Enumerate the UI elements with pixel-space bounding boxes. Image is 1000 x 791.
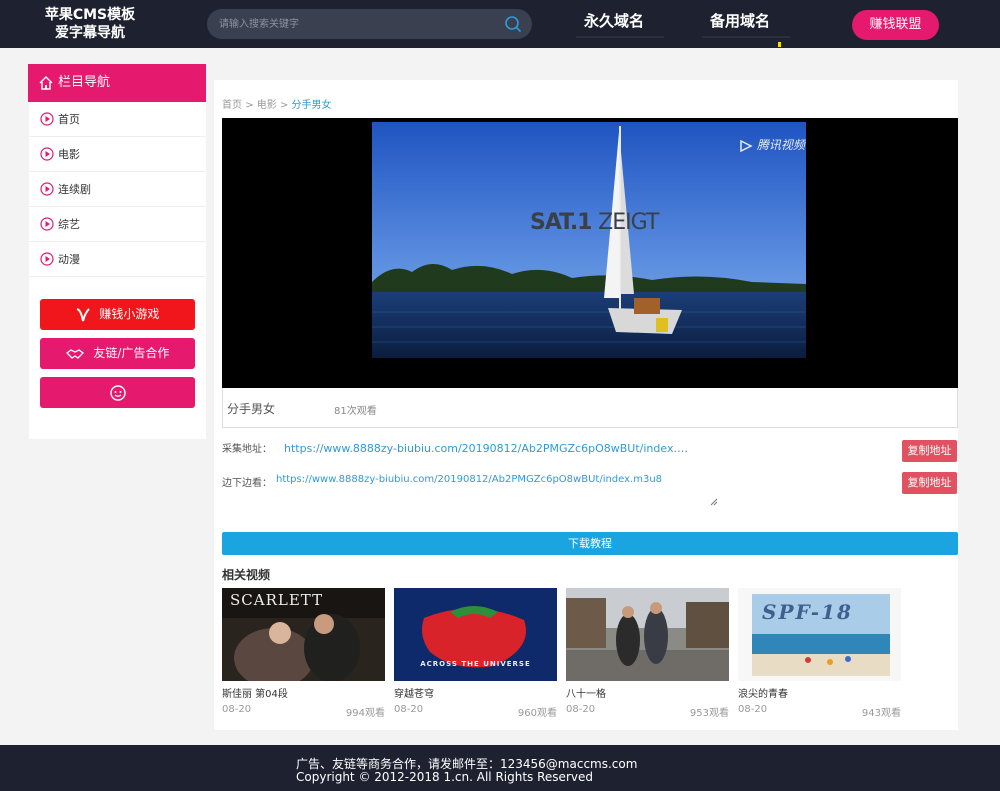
nav-permanent-domain-label: 永久域名 (584, 12, 645, 30)
smiley-icon (109, 384, 126, 401)
video-player[interactable]: SAT.1 ZEIGT 腾讯视频 (222, 118, 958, 388)
related-date: 08-20 (222, 704, 252, 715)
mirror-url[interactable]: https://www.8888zy-biubiu.com/20190812/A… (276, 474, 662, 485)
breadcrumb: 首页 > 电影 > 分手男女 (222, 96, 332, 111)
breadcrumb-separator: > (245, 100, 254, 111)
breadcrumb-separator: > (279, 100, 289, 111)
related-heading: 相关视频 (222, 568, 271, 582)
money-game-button[interactable]: 赚钱小游戏 (40, 299, 195, 330)
sidebar-item-label: 电影 (58, 148, 80, 161)
related-thumbnail[interactable]: SCARLETT (222, 588, 385, 681)
channel-mark: SAT.1 ZEIGT (530, 210, 659, 235)
related-date: 08-20 (566, 704, 596, 715)
sidebar-item-label: 首页 (58, 113, 80, 126)
money-game-label: 赚钱小游戏 (99, 307, 160, 321)
related-title[interactable]: 穿越苍穹 (394, 685, 434, 700)
source-label: 采集地址： (222, 444, 272, 455)
logo-line-2: 爱字幕导航 (55, 25, 125, 41)
thumbnail-title: SCARLETT (230, 591, 324, 609)
active-indicator (778, 42, 781, 47)
play-circle-icon (40, 182, 54, 196)
play-circle-icon (40, 147, 54, 161)
related-views: 943观看 (861, 708, 901, 719)
related-date: 08-20 (738, 704, 768, 715)
play-logo-icon (740, 139, 753, 152)
search-box (207, 9, 532, 39)
related-card[interactable]: SCARLETT 斯佳丽 第04段 08-20 994观看 (222, 588, 385, 719)
sidebar-title: 栏目导航 (58, 75, 111, 90)
related-title[interactable]: 斯佳丽 第04段 (222, 685, 288, 700)
home-icon (39, 76, 53, 90)
related-views: 994观看 (345, 708, 385, 719)
nav-backup-domain-label: 备用域名 (710, 12, 771, 30)
play-circle-icon (40, 252, 54, 266)
site-header: 苹果CMS模板 爱字幕导航 永久域名 备用域名 赚钱联盟 (0, 0, 1000, 48)
watermark-text: 腾讯视频 (756, 138, 805, 152)
channel-mark-light: ZEIGT (598, 210, 659, 235)
related-thumbnail[interactable] (566, 588, 729, 681)
nav-underline (702, 36, 790, 38)
breadcrumb-category[interactable]: 电影 (257, 100, 277, 111)
footer-copyright: Copyright © 2012-2018 1.cn. All Rights R… (296, 770, 593, 784)
related-title[interactable]: 浪尖的青春 (738, 685, 788, 700)
sidebar-list: 首页 电影 连续剧 综艺 动漫 (29, 102, 206, 277)
search-input[interactable] (219, 16, 489, 32)
nav-permanent-domain[interactable]: 永久域名 (576, 10, 664, 38)
video-frame: SAT.1 ZEIGT 腾讯视频 (372, 122, 806, 358)
resize-handle-icon[interactable] (710, 498, 718, 506)
video-watermark: 腾讯视频 (739, 136, 805, 153)
category-sidebar: 栏目导航 首页 电影 连续剧 综艺 动漫 赚钱小游戏 友链/广告合作 (28, 64, 206, 439)
sidebar-item-movie[interactable]: 电影 (29, 137, 206, 172)
nav-backup-domain[interactable]: 备用域名 (702, 10, 790, 38)
video-info-bar: 分手男女 81次观看 (222, 388, 958, 428)
related-title[interactable]: 八十一格 (566, 685, 606, 700)
related-card[interactable]: 八十一格 08-20 953观看 (566, 588, 729, 719)
site-logo[interactable]: 苹果CMS模板 爱字幕导航 (30, 6, 150, 42)
search-icon[interactable] (504, 15, 522, 33)
related-thumbnail[interactable]: SPF-18 (738, 588, 901, 681)
play-circle-icon (40, 217, 54, 231)
video-frame-image (372, 122, 806, 358)
video-title: 分手男女 (227, 402, 276, 416)
breadcrumb-current: 分手男女 (291, 100, 332, 111)
source-url[interactable]: https://www.8888zy-biubiu.com/20190812/A… (284, 442, 694, 455)
thumbnail-title: SPF-18 (762, 600, 853, 624)
earn-alliance-button[interactable]: 赚钱联盟 (852, 10, 939, 40)
breadcrumb-home[interactable]: 首页 (222, 100, 242, 111)
view-count: 81次观看 (334, 406, 377, 417)
thumbnail-image (566, 588, 729, 681)
related-card[interactable]: ACROSS THE UNIVERSE 穿越苍穹 08-20 960观看 (394, 588, 557, 719)
related-date: 08-20 (394, 704, 424, 715)
logo-line-1: 苹果CMS模板 (44, 7, 136, 23)
copy-source-button[interactable]: 复制地址 (902, 440, 957, 462)
main-content: 首页 > 电影 > 分手男女 SAT.1 ZEIGT 腾讯视频 分手男女 81次… (214, 80, 958, 730)
sidebar-item-series[interactable]: 连续剧 (29, 172, 206, 207)
channel-mark-bold: SAT.1 (530, 210, 592, 235)
thumbnail-title: ACROSS THE UNIVERSE (420, 660, 531, 668)
related-views: 960观看 (517, 708, 557, 719)
sidebar-item-label: 综艺 (58, 218, 80, 231)
handshake-icon (65, 348, 84, 359)
v-logo-icon (76, 307, 90, 321)
site-footer: 广告、友链等商务合作，请发邮件至：123456@maccms.com Copyr… (0, 745, 1000, 791)
download-tutorial-button[interactable]: 下载教程 (222, 532, 958, 555)
nav-underline (576, 36, 664, 38)
sidebar-item-variety[interactable]: 综艺 (29, 207, 206, 242)
sidebar-item-anime[interactable]: 动漫 (29, 242, 206, 277)
friend-links-label: 友链/广告合作 (93, 346, 170, 360)
related-thumbnail[interactable]: ACROSS THE UNIVERSE (394, 588, 557, 681)
related-views: 953观看 (689, 708, 729, 719)
sidebar-item-label: 连续剧 (58, 183, 91, 196)
sidebar-header: 栏目导航 (28, 64, 206, 102)
sidebar-item-home[interactable]: 首页 (29, 102, 206, 137)
play-circle-icon (40, 112, 54, 126)
sidebar-item-label: 动漫 (58, 253, 80, 266)
face-button[interactable] (40, 377, 195, 408)
mirror-label: 边下边看： (222, 478, 272, 489)
friend-links-button[interactable]: 友链/广告合作 (40, 338, 195, 369)
copy-mirror-button[interactable]: 复制地址 (902, 472, 957, 494)
related-card[interactable]: SPF-18 浪尖的青春 08-20 943观看 (738, 588, 901, 719)
